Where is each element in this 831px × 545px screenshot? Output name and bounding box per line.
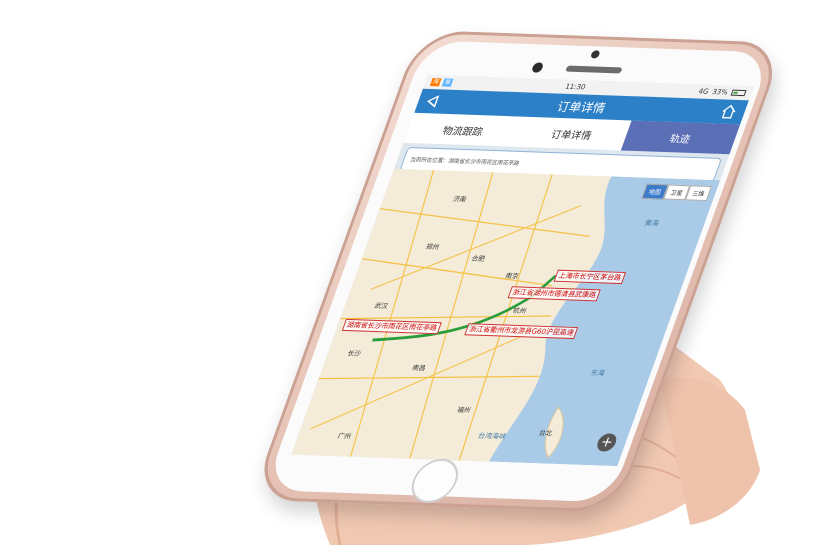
home-button[interactable]: [405, 458, 465, 504]
map-type-switch: 地图 卫星 三维: [641, 183, 713, 202]
sensor-icon: [530, 62, 545, 73]
earpiece-speaker: [565, 65, 623, 74]
signal-indicator: 4G: [697, 87, 710, 96]
tab-logistics-tracking[interactable]: 物流跟踪: [403, 113, 522, 147]
taobao-notification-icon: 淘: [429, 78, 442, 87]
back-arrow-icon: [427, 95, 440, 108]
current-location-text: 当前所在位置：湖南省长沙市雨花区雨花亭路: [409, 157, 520, 168]
message-notification-icon: ⊠: [441, 78, 454, 87]
battery-percent: 33%: [710, 87, 730, 97]
front-camera-icon: [589, 50, 601, 59]
tab-track[interactable]: 轨迹: [620, 120, 741, 155]
status-time: 11:30: [563, 82, 587, 92]
route-label-shanghai: 上海市长宁区茅台路: [553, 269, 627, 285]
tab-order-details[interactable]: 订单详情: [512, 117, 631, 151]
battery-icon: [730, 89, 747, 97]
sea-label: 台湾海峡: [476, 431, 508, 441]
